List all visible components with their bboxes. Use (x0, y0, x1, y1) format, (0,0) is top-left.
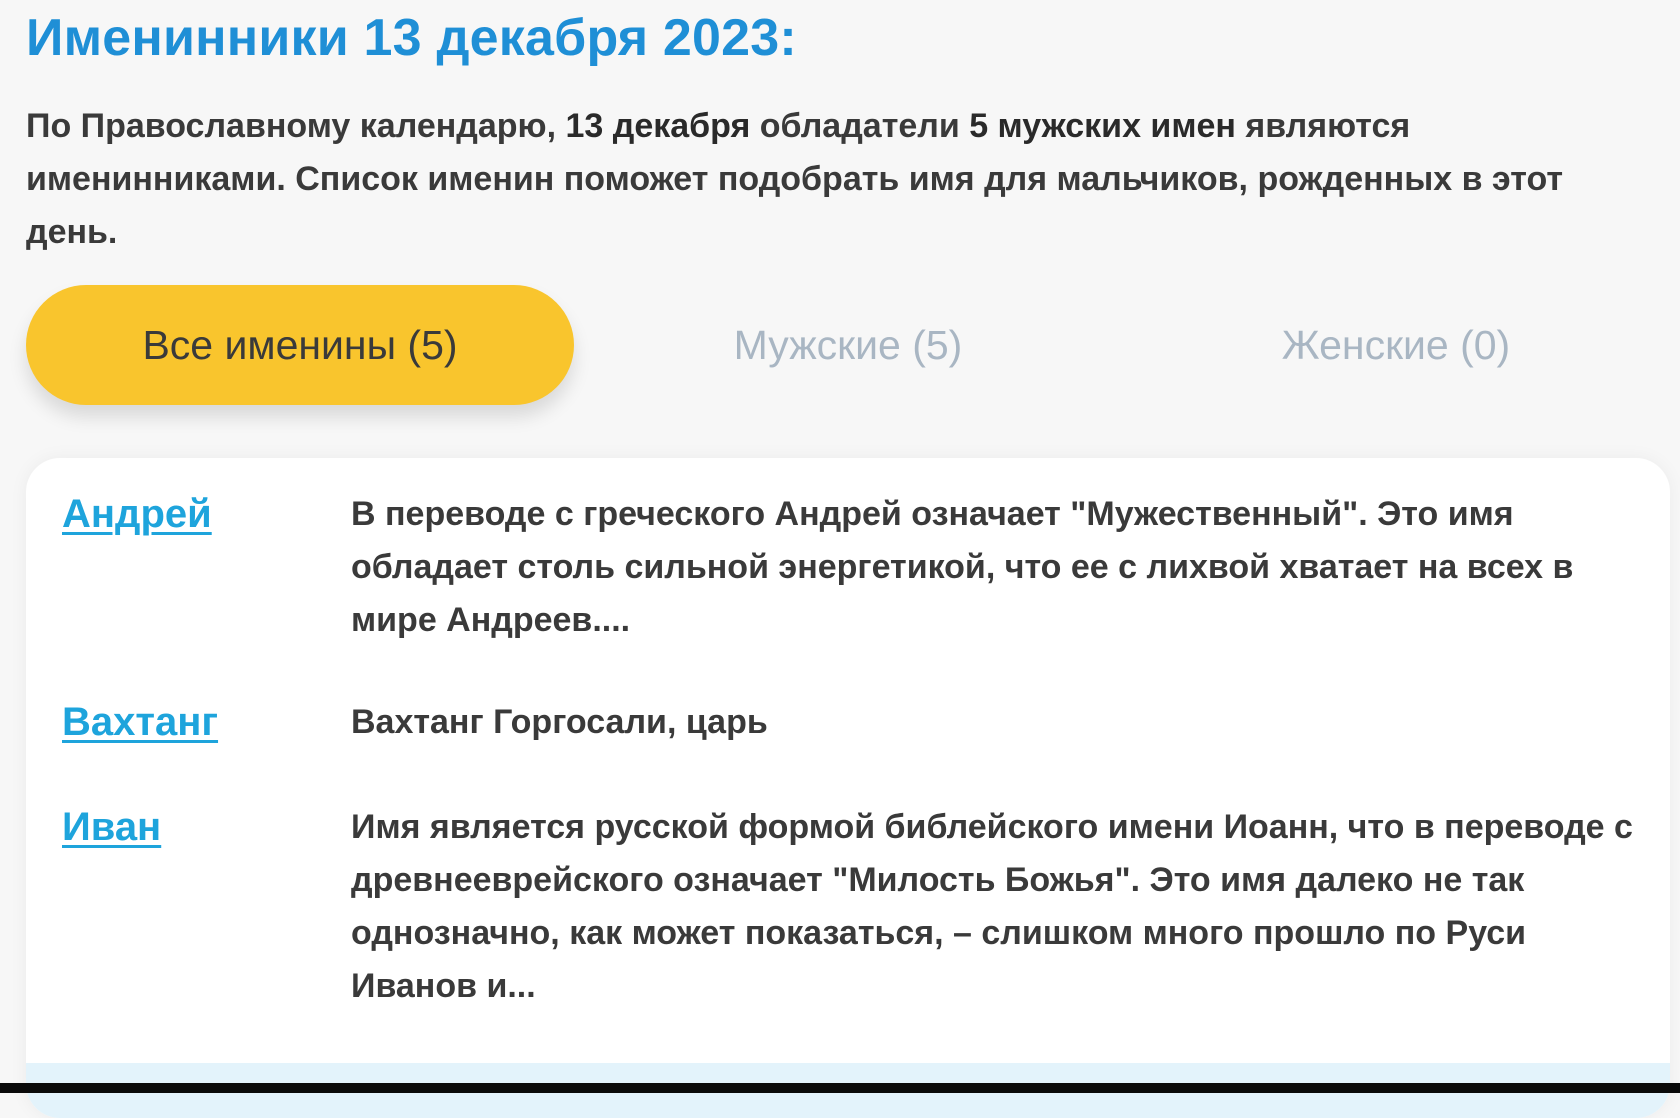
intro-part-2: обладатели (750, 107, 970, 145)
bottom-edge-bar (0, 1083, 1680, 1093)
name-day-tabs: Все именины (5) Мужские (5) Женские (0) (26, 285, 1666, 405)
page: Именинники 13 декабря 2023: По Православ… (0, 0, 1680, 1118)
intro-text: По Православному календарю, 13 декабря о… (26, 100, 1646, 259)
tab-all-name-days[interactable]: Все именины (5) (26, 285, 574, 405)
tab-female[interactable]: Женские (0) (1122, 285, 1670, 405)
tab-male[interactable]: Мужские (5) (574, 285, 1122, 405)
page-title: Именинники 13 декабря 2023: (26, 9, 797, 67)
name-link-andrey[interactable]: Андрей (62, 488, 212, 541)
name-link-vakhtang[interactable]: Вахтанг (62, 696, 218, 749)
name-description: Вахтанг Горгосали, царь (351, 703, 768, 741)
name-description: В переводе с греческого Андрей означает … (351, 495, 1574, 639)
names-list-card: Андрей В переводе с греческого Андрей оз… (26, 458, 1670, 1118)
intro-count: 5 мужских имен (969, 107, 1236, 145)
intro-part-1: По Православному календарю, (26, 107, 566, 145)
intro-date: 13 декабря (565, 107, 751, 145)
name-description: Имя является русской формой библейского … (351, 808, 1633, 1005)
name-link-ivan[interactable]: Иван (62, 801, 161, 854)
